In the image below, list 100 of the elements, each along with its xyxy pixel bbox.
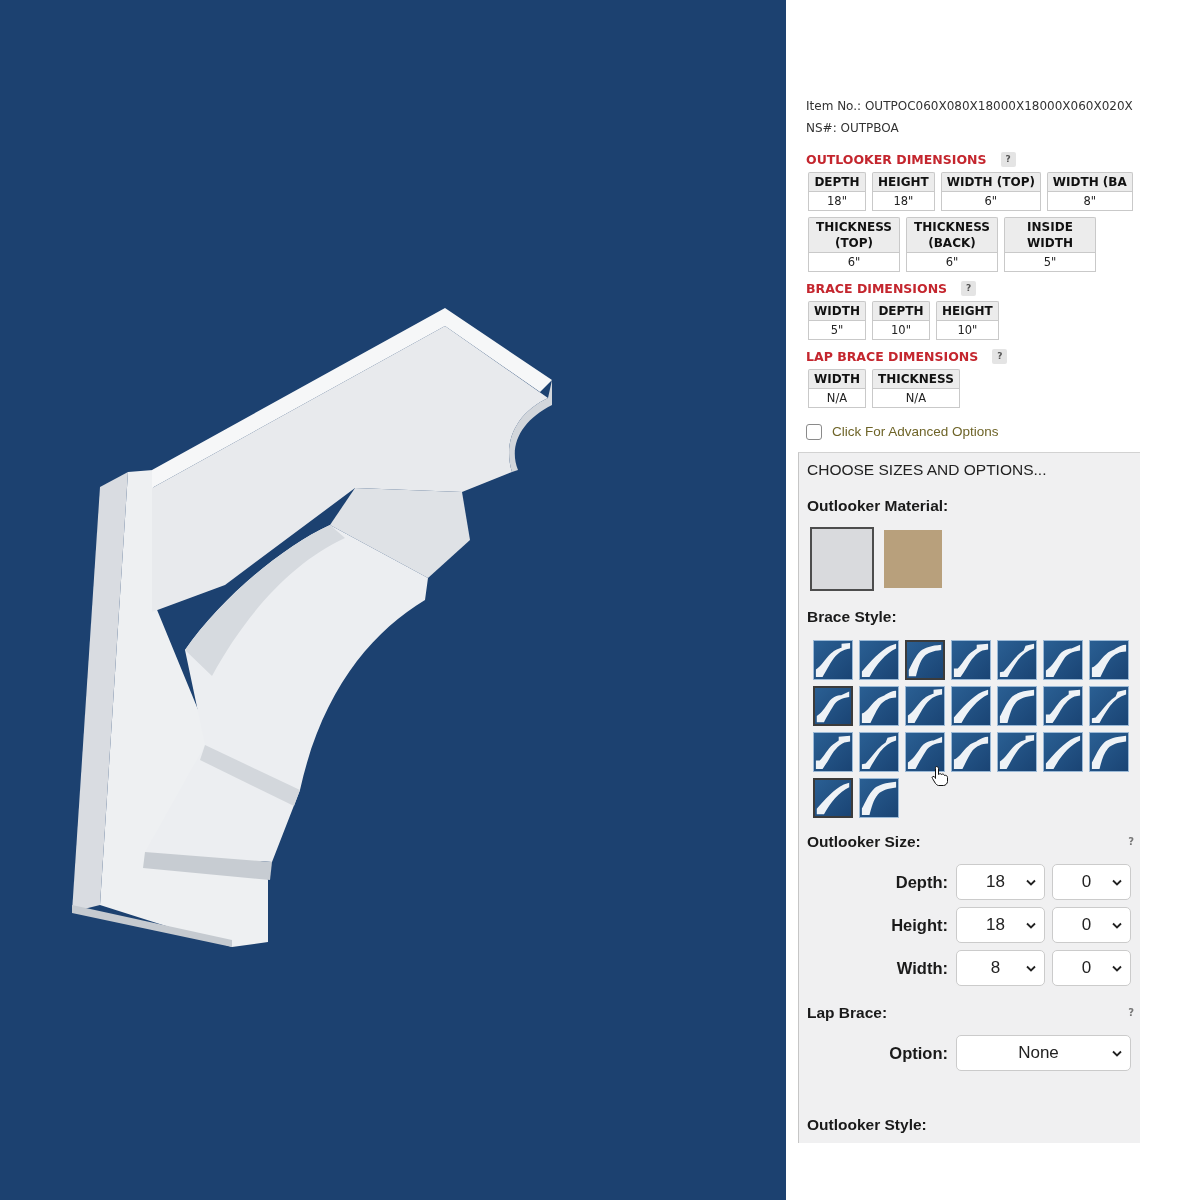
help-button[interactable]: ? — [1000, 152, 1016, 167]
caret-icon — [1112, 921, 1122, 929]
section-label: Outlooker Material: — [807, 496, 950, 516]
dropdown-select[interactable]: 0 — [1052, 950, 1131, 986]
section-heading: OUTLOOKER DIMENSIONS — [806, 151, 987, 169]
brace-style-option[interactable] — [905, 640, 945, 680]
brace-profile-icon — [860, 641, 898, 679]
dimension-value: 18" — [808, 191, 866, 211]
caret-icon — [1026, 921, 1036, 929]
brace-profile-icon — [952, 641, 990, 679]
brace-profile-icon — [906, 733, 944, 771]
dropdown-select[interactable]: 18 — [956, 907, 1045, 943]
dimension-label: WIDTH (TOP) — [940, 172, 1041, 191]
brace-profile-icon — [907, 642, 943, 678]
dimension-value: 6" — [940, 191, 1041, 211]
material-swatch-icon[interactable] — [810, 527, 874, 591]
brace-style-option[interactable] — [997, 686, 1037, 726]
brace-style-option[interactable] — [859, 686, 899, 726]
brace-style-option[interactable] — [813, 778, 853, 818]
brace-profile-icon — [1044, 687, 1082, 725]
brace-style-option[interactable] — [813, 686, 853, 726]
dimension-value: 18" — [872, 191, 935, 211]
dimension-value: 5" — [1004, 252, 1096, 272]
dimension-label: WIDTH — [808, 369, 866, 388]
brace-profile-icon — [998, 687, 1036, 725]
advanced-options-label[interactable]: Click For Advanced Options — [832, 422, 999, 442]
dimension-label: DEPTH — [872, 301, 930, 320]
caret-icon — [1026, 878, 1036, 886]
dimension-label: INSIDE WIDTH — [1004, 217, 1096, 252]
field-label: Depth: — [894, 872, 948, 892]
brace-style-option[interactable] — [951, 640, 991, 680]
dimension-label: THICKNESS (TOP) — [808, 217, 900, 252]
ns-number-text: NS#: OUTPBOA — [806, 120, 900, 137]
brace-profile-icon — [1090, 733, 1128, 771]
brace-style-option[interactable] — [813, 640, 853, 680]
dimension-label: WIDTH — [808, 301, 866, 320]
dimension-value: 8" — [1046, 191, 1133, 211]
dimension-value: 6" — [906, 252, 998, 272]
brace-profile-icon — [814, 733, 852, 771]
dimension-value: N/A — [872, 388, 960, 408]
material-swatch-icon[interactable] — [884, 530, 942, 588]
dropdown-select[interactable]: None — [956, 1035, 1131, 1071]
dimension-label: THICKNESS (BACK) — [906, 217, 998, 252]
brace-style-option[interactable] — [1089, 732, 1129, 772]
help-button[interactable]: ? — [1128, 1007, 1134, 1019]
section-label: Brace Style: — [807, 607, 898, 627]
brace-style-option[interactable] — [1043, 640, 1083, 680]
item-number-text: Item No.: OUTPOC060X080X18000X18000X060X020X — [806, 98, 1134, 115]
brace-profile-icon — [860, 779, 898, 817]
help-button[interactable]: ? — [1128, 836, 1134, 848]
dimension-value: 10" — [872, 320, 930, 340]
brace-profile-icon — [952, 733, 990, 771]
brace-style-option[interactable] — [997, 640, 1037, 680]
help-button[interactable]: ? — [961, 281, 977, 296]
brace-profile-icon — [860, 687, 898, 725]
brace-profile-icon — [860, 733, 898, 771]
dropdown-select[interactable]: 8 — [956, 950, 1045, 986]
dimension-value: 10" — [936, 320, 999, 340]
field-label: Height: — [890, 915, 948, 935]
brace-style-option[interactable] — [813, 732, 853, 772]
dropdown-select[interactable]: 0 — [1052, 907, 1131, 943]
brace-profile-icon — [1090, 641, 1128, 679]
caret-icon — [1112, 878, 1122, 886]
dimension-value: 6" — [808, 252, 900, 272]
brace-style-option[interactable] — [859, 732, 899, 772]
brace-style-option[interactable] — [951, 686, 991, 726]
brace-profile-icon — [1044, 641, 1082, 679]
brace-style-option[interactable] — [1089, 686, 1129, 726]
brace-style-option[interactable] — [951, 732, 991, 772]
brace-style-option[interactable] — [1043, 686, 1083, 726]
panel-title: CHOOSE SIZES AND OPTIONS... — [807, 460, 1048, 480]
brace-style-option[interactable] — [905, 732, 945, 772]
dimension-label: DEPTH — [808, 172, 866, 191]
section-label: Lap Brace: — [807, 1003, 888, 1023]
dimension-label: HEIGHT — [936, 301, 999, 320]
brace-profile-icon — [952, 687, 990, 725]
brace-style-option[interactable] — [1043, 732, 1083, 772]
brace-style-option[interactable] — [859, 640, 899, 680]
dropdown-select[interactable]: 18 — [956, 864, 1045, 900]
brace-profile-icon — [1090, 687, 1128, 725]
help-button[interactable]: ? — [992, 349, 1008, 364]
dimension-label: THICKNESS — [872, 369, 960, 388]
brace-style-option[interactable] — [997, 732, 1037, 772]
section-heading: LAP BRACE DIMENSIONS — [806, 348, 979, 366]
brace-profile-icon — [815, 780, 851, 816]
brace-style-option[interactable] — [905, 686, 945, 726]
brace-profile-icon — [998, 641, 1036, 679]
brace-style-option[interactable] — [859, 778, 899, 818]
section-label: Outlooker Size: — [807, 832, 921, 852]
brace-profile-icon — [1044, 733, 1082, 771]
dropdown-select[interactable]: 0 — [1052, 864, 1131, 900]
section-heading: BRACE DIMENSIONS — [806, 280, 948, 298]
field-label: Option: — [888, 1043, 948, 1063]
brace-profile-icon — [998, 733, 1036, 771]
brace-profile-icon — [815, 688, 851, 724]
advanced-options-checkbox[interactable] — [806, 424, 822, 440]
caret-icon — [1026, 964, 1036, 972]
brace-style-option[interactable] — [1089, 640, 1129, 680]
field-label: Width: — [895, 958, 948, 978]
dimension-value: 5" — [808, 320, 866, 340]
